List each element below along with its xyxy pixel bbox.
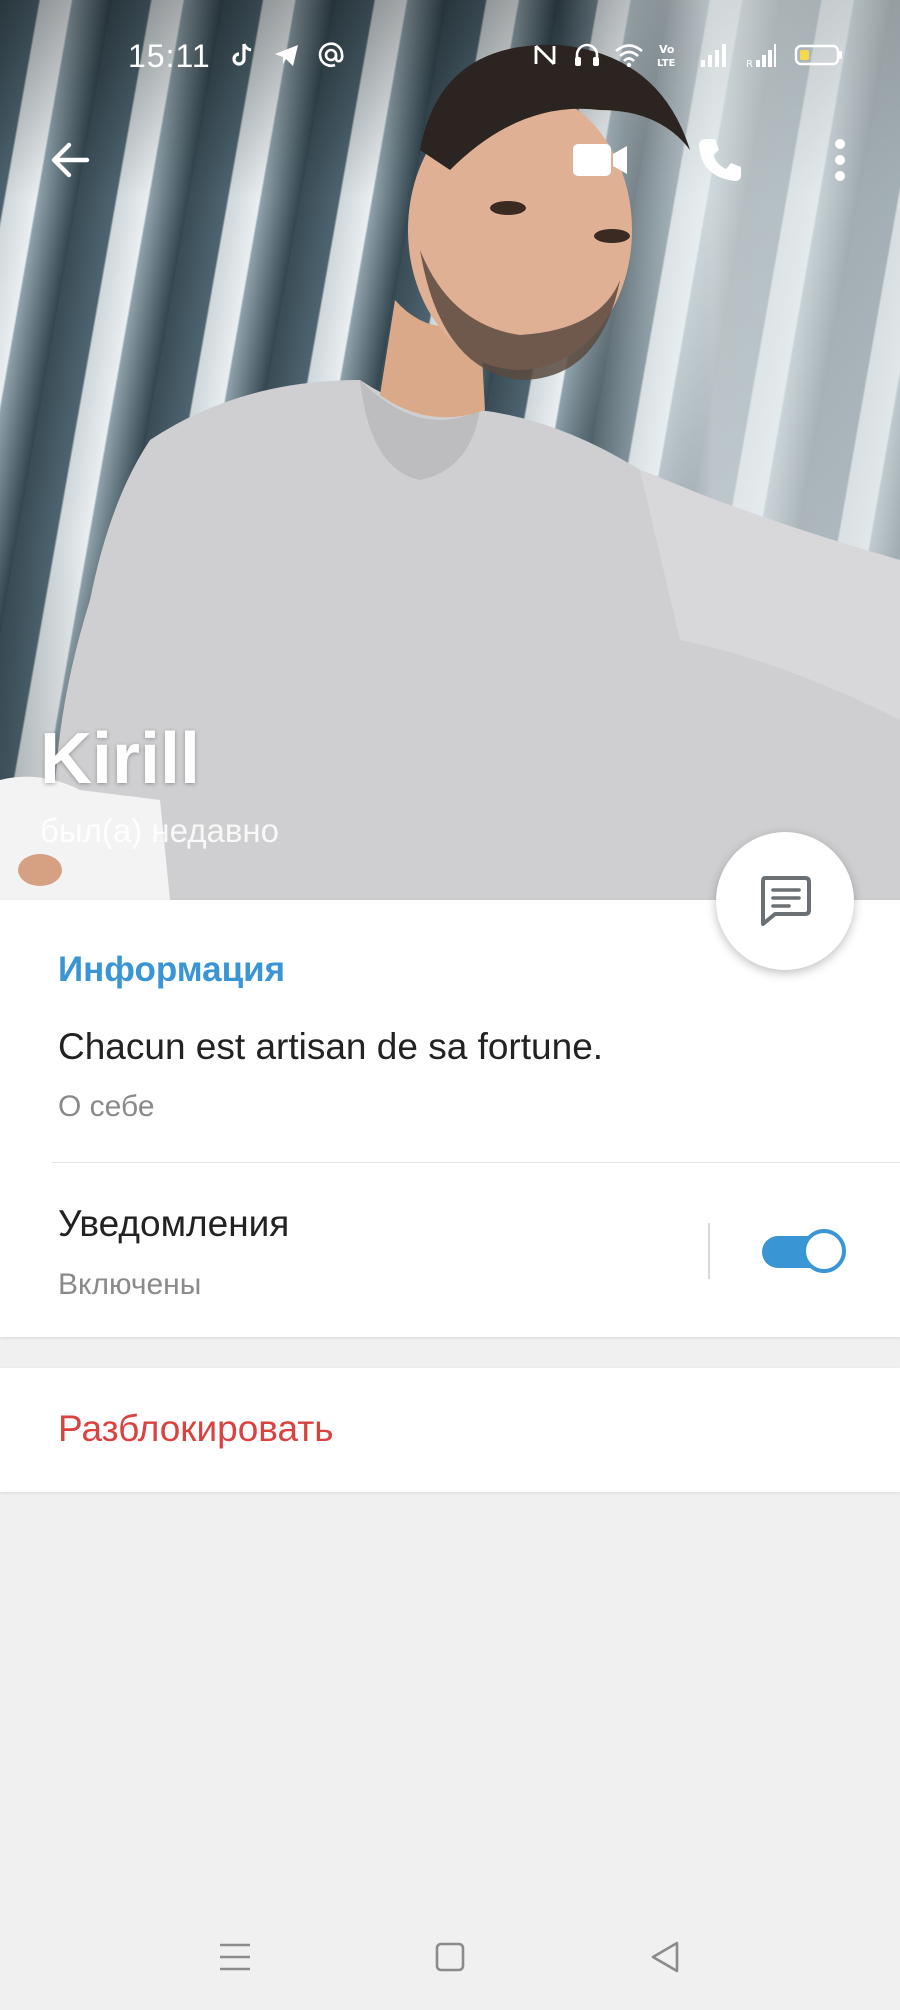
home-square-icon — [435, 1942, 465, 1972]
home-button[interactable] — [415, 1922, 485, 1992]
video-call-button[interactable] — [560, 120, 640, 200]
headset-icon — [575, 43, 599, 66]
telegram-icon — [275, 45, 298, 66]
tiktok-icon — [232, 43, 252, 66]
info-section-header: Информация — [58, 950, 286, 989]
profile-name: Kirill — [40, 719, 201, 799]
status-bar: 15:11 Vo LTE R — [0, 0, 900, 110]
profile-last-seen: был(а) недавно — [40, 812, 279, 849]
more-vert-icon — [835, 139, 845, 181]
status-time: 15:11 — [128, 38, 211, 74]
back-triangle-icon — [651, 1941, 679, 1973]
nfc-icon — [534, 45, 556, 65]
message-icon — [761, 876, 811, 926]
video-camera-icon — [573, 144, 627, 176]
notifications-row[interactable]: Уведомления Включены — [0, 1163, 900, 1337]
toggle-knob — [802, 1229, 846, 1273]
recent-apps-button[interactable] — [200, 1922, 270, 1992]
battery-icon — [794, 44, 842, 66]
bio-label: О себе — [58, 1090, 155, 1123]
svg-text:LTE: LTE — [657, 58, 676, 69]
call-button[interactable] — [680, 120, 760, 200]
phone-icon — [699, 139, 741, 181]
back-button[interactable] — [30, 120, 110, 200]
system-nav-bar — [0, 1900, 900, 2010]
arrow-left-icon — [51, 142, 90, 178]
svg-text:Vo: Vo — [659, 43, 675, 56]
notifications-toggle[interactable] — [762, 1229, 846, 1275]
back-nav-button[interactable] — [630, 1922, 700, 1992]
signal-icon — [701, 44, 726, 67]
at-icon — [318, 42, 344, 67]
status-notification-icons — [228, 40, 346, 70]
roaming-signal-icon: R — [746, 44, 776, 70]
unblock-button[interactable]: Разблокировать — [58, 1408, 334, 1450]
menu-icon — [220, 1943, 250, 1971]
wifi-icon — [615, 44, 643, 68]
volte-icon: Vo LTE — [657, 43, 676, 69]
profile-toolbar — [0, 120, 900, 200]
more-options-button[interactable] — [800, 120, 880, 200]
notifications-status: Включены — [58, 1268, 202, 1301]
status-system-icons: Vo LTE R — [530, 40, 844, 70]
bio-text[interactable]: Chacun est artisan de sa fortune. — [58, 1026, 603, 1068]
unblock-card: Разблокировать — [0, 1368, 900, 1492]
send-message-button[interactable] — [716, 832, 854, 970]
notifications-title: Уведомления — [58, 1203, 290, 1244]
svg-text:R: R — [746, 59, 753, 70]
notifications-separator — [708, 1223, 710, 1279]
